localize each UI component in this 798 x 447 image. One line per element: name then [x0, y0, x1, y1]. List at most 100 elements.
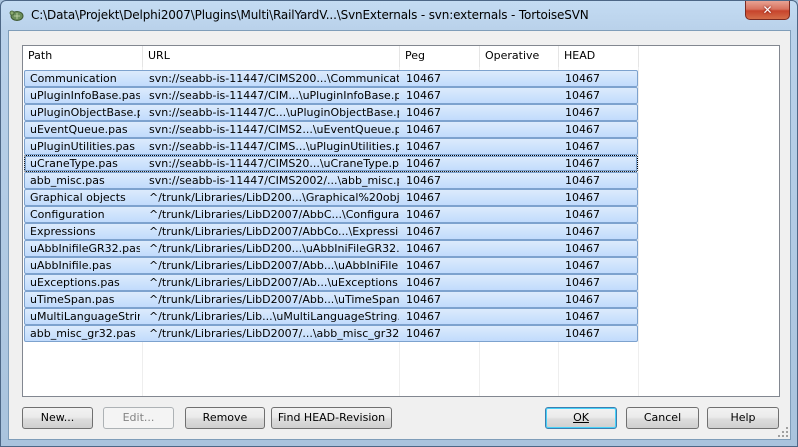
table-row[interactable]: uPluginInfoBase.pas svn://seabb-is-11447/… — [24, 87, 638, 104]
cell-url: ^/trunk/Libraries/LibD2007/Ab...\uExcept… — [149, 276, 399, 289]
cell-head: 10467 — [565, 225, 600, 238]
cancel-button[interactable]: Cancel — [626, 407, 699, 429]
cell-operative — [485, 173, 555, 188]
cell-url: ^/trunk/Libraries/LibD200...\Graphical%2… — [149, 191, 399, 204]
list-rows: Communication svn://seabb-is-11447/CIMS20… — [23, 70, 779, 342]
list-header: Path URL Peg Operative HEAD — [23, 46, 779, 67]
cell-path: uPluginInfoBase.pas — [30, 89, 140, 102]
table-row[interactable]: uPluginUtilities.pas svn://seabb-is-11447… — [24, 138, 638, 155]
cell-url: ^/trunk/Libraries/LibD2007/Abb...\uAbbIn… — [149, 259, 399, 272]
cell-path: uCraneType.pas — [30, 157, 118, 170]
cell-peg: 10467 — [406, 276, 441, 289]
ok-button-label: OK — [573, 411, 589, 424]
cell-url: ^/trunk/Libraries/Lib...\uMultiLanguageS… — [149, 310, 399, 323]
cell-operative — [485, 309, 555, 324]
cell-url: svn://seabb-is-11447/CIM...\uPluginInfoB… — [149, 89, 399, 102]
cell-path: uEventQueue.pas — [30, 123, 128, 136]
new-button[interactable]: New... — [22, 407, 93, 429]
cell-head: 10467 — [565, 293, 600, 306]
cell-path: uAbbInifile.pas — [30, 259, 112, 272]
table-row[interactable]: uPluginObjectBase.pas svn://seabb-is-1144… — [24, 104, 638, 121]
cell-url: svn://seabb-is-11447/CIMS20...\uCraneTyp… — [149, 157, 399, 170]
close-window-button[interactable]: ✕ — [745, 1, 790, 20]
table-row[interactable]: uAbbInifile.pas ^/trunk/Libraries/LibD200… — [24, 257, 638, 274]
cell-path: abb_misc_gr32.pas — [30, 327, 136, 340]
cell-head: 10467 — [565, 242, 600, 255]
cell-head: 10467 — [565, 140, 600, 153]
cell-path: uPluginUtilities.pas — [30, 140, 135, 153]
help-button[interactable]: Help — [707, 407, 779, 429]
ok-button[interactable]: OK — [545, 407, 617, 429]
table-row[interactable]: abb_misc.pas svn://seabb-is-11447/CIMS200… — [24, 172, 638, 189]
cell-head: 10467 — [565, 310, 600, 323]
cell-url: svn://seabb-is-11447/C...\uPluginObjectB… — [149, 106, 399, 119]
table-row[interactable]: Graphical objects ^/trunk/Libraries/LibD2… — [24, 189, 638, 206]
table-row[interactable]: abb_misc_gr32.pas ^/trunk/Libraries/LibD2… — [24, 325, 638, 342]
cell-url: svn://seabb-is-11447/CIMS200...\Communic… — [149, 72, 399, 85]
remove-button[interactable]: Remove — [185, 407, 265, 429]
cell-peg: 10467 — [406, 191, 441, 204]
cell-path: uPluginObjectBase.pas — [30, 106, 140, 119]
cell-operative — [485, 71, 555, 86]
close-icon: ✕ — [762, 3, 773, 17]
table-row[interactable]: Configuration ^/trunk/Libraries/LibD2007/… — [24, 206, 638, 223]
table-row[interactable]: uCraneType.pas svn://seabb-is-11447/CIMS2… — [24, 155, 638, 172]
externals-list[interactable]: Path URL Peg Operative HEAD Communicatio… — [22, 45, 780, 397]
cell-head: 10467 — [565, 276, 600, 289]
table-row[interactable]: uEventQueue.pas svn://seabb-is-11447/CIMS… — [24, 121, 638, 138]
cell-head: 10467 — [565, 106, 600, 119]
column-header-operative[interactable]: Operative — [480, 46, 559, 67]
cell-peg: 10467 — [406, 174, 441, 187]
cell-peg: 10467 — [406, 208, 441, 221]
cell-head: 10467 — [565, 157, 600, 170]
cell-head: 10467 — [565, 259, 600, 272]
cell-head: 10467 — [565, 123, 600, 136]
cell-path: abb_misc.pas — [30, 174, 105, 187]
cell-url: ^/trunk/Libraries/LibD200...\uAbbIniFile… — [149, 242, 399, 255]
cell-peg: 10467 — [406, 72, 441, 85]
table-row[interactable]: uExceptions.pas ^/trunk/Libraries/LibD200… — [24, 274, 638, 291]
column-header-peg[interactable]: Peg — [400, 46, 480, 67]
cell-head: 10467 — [565, 89, 600, 102]
find-head-revision-button[interactable]: Find HEAD-Revision — [271, 407, 392, 429]
cell-operative — [485, 122, 555, 137]
tortoisesvn-app-icon — [9, 10, 24, 21]
cell-operative — [485, 224, 555, 239]
table-row[interactable]: uTimeSpan.pas ^/trunk/Libraries/LibD2007/… — [24, 291, 638, 308]
title-bar[interactable]: C:\Data\Projekt\Delphi2007\Plugins\Multi… — [1, 1, 797, 29]
cell-path: Configuration — [30, 208, 105, 221]
cell-path: Graphical objects — [30, 191, 126, 204]
cell-url: ^/trunk/Libraries/LibD2007/AbbC...\Confi… — [149, 208, 399, 221]
column-header-url[interactable]: URL — [143, 46, 400, 67]
cell-path: uExceptions.pas — [30, 276, 120, 289]
dialog-client-area: Path URL Peg Operative HEAD Communicatio… — [8, 30, 791, 440]
edit-button[interactable]: Edit... — [103, 407, 174, 429]
table-row[interactable]: uMultiLanguageStrin... ^/trunk/Libraries/… — [24, 308, 638, 325]
column-header-path[interactable]: Path — [23, 46, 143, 67]
resize-grip-icon[interactable] — [778, 427, 788, 437]
column-header-head[interactable]: HEAD — [559, 46, 639, 67]
cell-operative — [485, 190, 555, 205]
window-title: C:\Data\Projekt\Delphi2007\Plugins\Multi… — [31, 8, 589, 22]
cell-url: ^/trunk/Libraries/LibD2007/AbbCo...\Expr… — [149, 225, 399, 238]
cell-head: 10467 — [565, 174, 600, 187]
cell-peg: 10467 — [406, 123, 441, 136]
cell-peg: 10467 — [406, 327, 441, 340]
cell-operative — [485, 139, 555, 154]
cell-peg: 10467 — [406, 242, 441, 255]
cell-operative — [485, 105, 555, 120]
cell-peg: 10467 — [406, 140, 441, 153]
cell-operative — [485, 326, 555, 341]
cell-path: uMultiLanguageStrin... — [30, 310, 140, 323]
cell-peg: 10467 — [406, 310, 441, 323]
cell-head: 10467 — [565, 208, 600, 221]
cell-peg: 10467 — [406, 293, 441, 306]
cell-peg: 10467 — [406, 259, 441, 272]
cell-operative — [485, 156, 555, 171]
cell-peg: 10467 — [406, 225, 441, 238]
table-row[interactable]: Communication svn://seabb-is-11447/CIMS20… — [24, 70, 638, 87]
cell-path: uTimeSpan.pas — [30, 293, 115, 306]
table-row[interactable]: uAbbInifileGR32.pas ^/trunk/Libraries/Lib… — [24, 240, 638, 257]
cell-head: 10467 — [565, 191, 600, 204]
table-row[interactable]: Expressions ^/trunk/Libraries/LibD2007/Ab… — [24, 223, 638, 240]
